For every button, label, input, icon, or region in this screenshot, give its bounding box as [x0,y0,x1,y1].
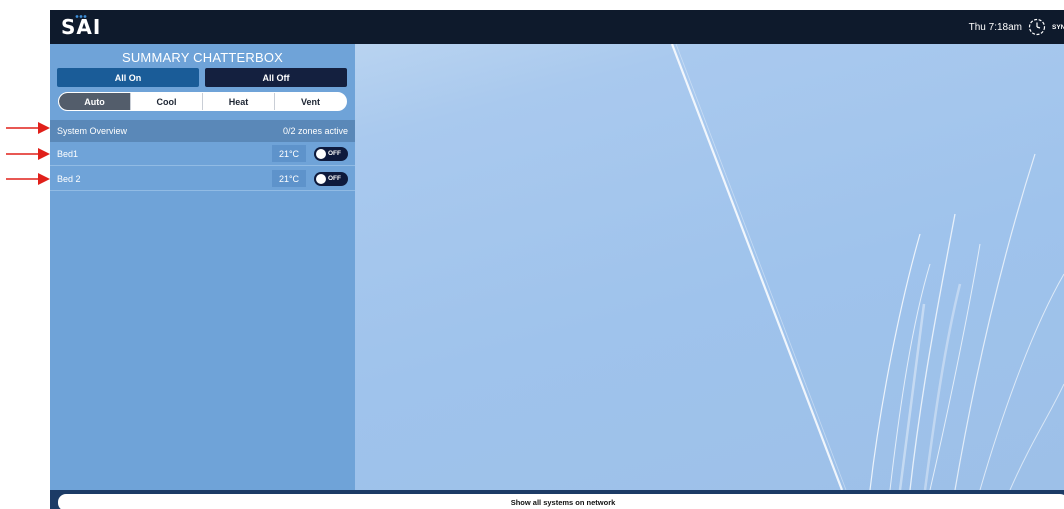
toggle-knob [316,149,326,159]
zone-power-toggle[interactable]: OFF [314,147,348,161]
screenshot-stage: SAI Thu 7:18am SYNC TIME [0,0,1064,509]
top-bar: SAI Thu 7:18am SYNC TIME [50,10,1064,44]
annotation-arrow [6,121,50,135]
zone-row-bed2[interactable]: Bed 2 21°C OFF [50,167,355,191]
sai-logo[interactable]: SAI [61,13,101,41]
zone-power-toggle[interactable]: OFF [314,172,348,186]
toggle-knob [316,174,326,184]
current-time: Thu 7:18am [968,21,1022,33]
show-all-systems-button[interactable]: Show all systems on network [58,494,1064,509]
mode-vent-button[interactable]: Vent [274,93,346,110]
zone-name: Bed1 [57,148,79,159]
toggle-state-label: OFF [328,150,341,157]
zone-temperature-button[interactable]: 21°C [272,145,306,162]
annotation-arrow [6,147,50,161]
sync-clock-icon[interactable] [1028,18,1046,36]
mode-selector: Auto Cool Heat Vent [58,92,347,111]
zones-active-status: 0/2 zones active [282,126,348,136]
logo-dots-icon [75,15,87,18]
summary-panel: SUMMARY CHATTERBOX All On All Off Auto C… [50,44,355,490]
zone-row-bed1[interactable]: Bed1 21°C OFF [50,142,355,166]
system-overview-row[interactable]: System Overview 0/2 zones active [50,120,355,142]
power-buttons: All On All Off [57,68,348,87]
toggle-state-label: OFF [328,175,341,182]
mode-auto-button[interactable]: Auto [59,93,130,110]
clock-area: Thu 7:18am SYNC TIME [969,10,1064,44]
system-overview-label: System Overview [57,126,128,136]
app-window: SAI Thu 7:18am SYNC TIME [50,10,1064,509]
annotation-arrow [6,172,50,186]
zone-temperature-button[interactable]: 21°C [272,170,306,187]
all-on-button[interactable]: All On [57,68,199,87]
mode-heat-button[interactable]: Heat [202,93,274,110]
panel-title: SUMMARY CHATTERBOX [121,50,284,65]
sync-time-button[interactable]: SYNC TIME [1052,24,1064,31]
zone-name: Bed 2 [57,173,81,184]
mode-cool-button[interactable]: Cool [130,93,202,110]
footer-bar: Show all systems on network [50,490,1064,509]
all-off-button[interactable]: All Off [205,68,347,87]
